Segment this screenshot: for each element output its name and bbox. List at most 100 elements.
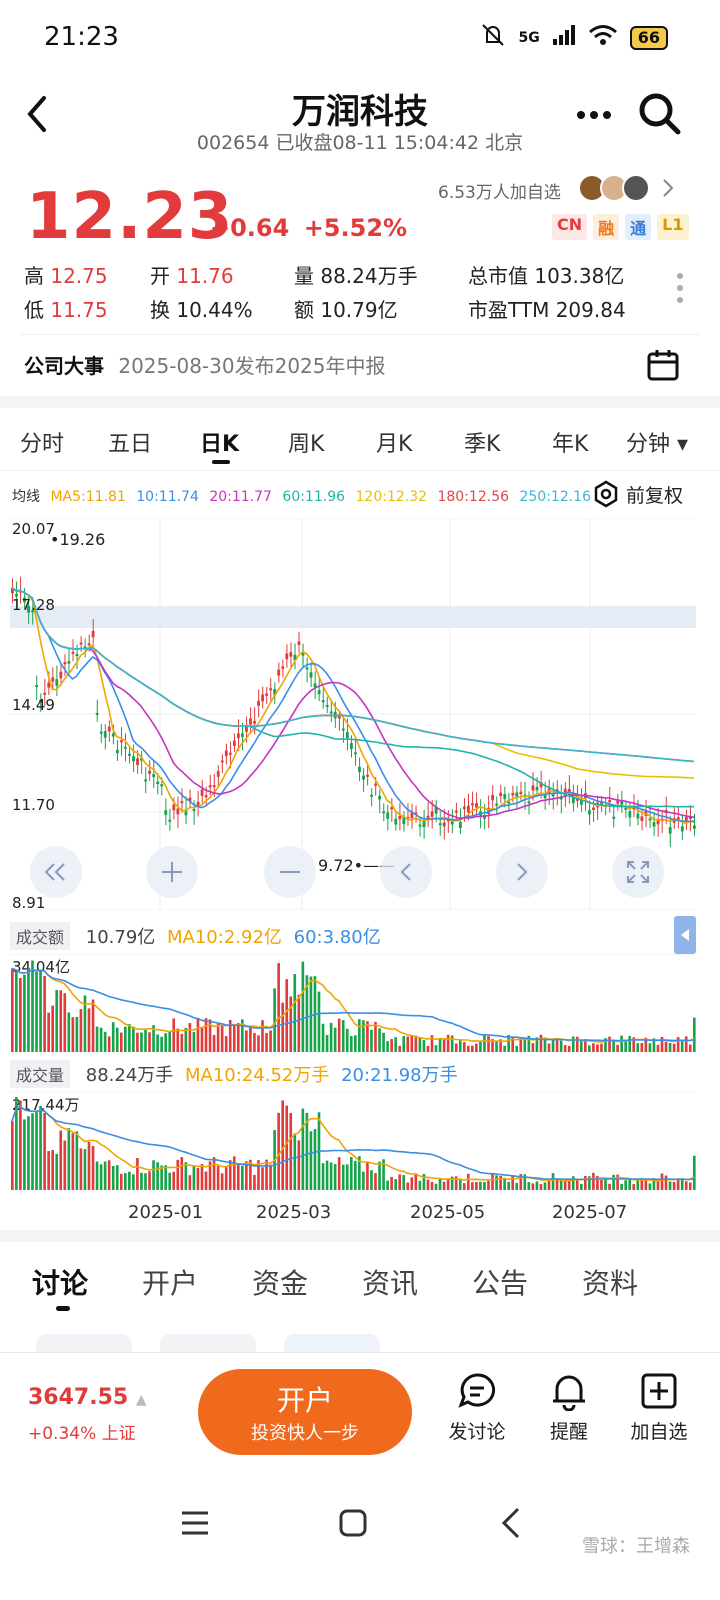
follower-avatars[interactable] [578,174,676,202]
badge-margin[interactable]: 融 [593,214,620,240]
add-watchlist-button[interactable]: 加自选 [614,1371,704,1444]
volume-bar [543,1182,547,1190]
badge-l1[interactable]: L1 [657,214,689,240]
volume-bar [515,1182,519,1190]
tab-monthly-k[interactable]: 月K [376,426,412,458]
volume-bar [471,1182,474,1190]
home-icon[interactable] [338,1508,368,1542]
tab-discussion[interactable]: 讨论 [32,1262,88,1302]
tab-intraday[interactable]: 分时 [20,426,64,458]
volume-bar [293,1133,297,1190]
filter-chip[interactable] [160,1334,256,1354]
volume-bar [35,971,38,1052]
tab-funds[interactable]: 资金 [252,1262,308,1302]
amount-chart[interactable] [10,953,696,1052]
amount-tag[interactable]: 成交额 [10,922,71,950]
ma120: 120:12.32 [355,489,428,505]
index-value[interactable]: 3647.55 ▲ [28,1385,147,1410]
stat-high: 高 12.75 [24,264,108,288]
candle [354,752,357,755]
volume-bar [144,1030,147,1052]
next-button[interactable] [496,846,548,898]
volume-chart[interactable] [10,1091,696,1190]
volume-bar [317,991,321,1052]
filter-chip[interactable] [284,1334,380,1354]
tab-announcements[interactable]: 公告 [472,1262,528,1302]
volume-bar [172,1018,176,1052]
volume-bar [672,1043,676,1052]
kline-chart[interactable] [10,517,696,911]
fullscreen-button[interactable] [612,846,664,898]
candle [43,692,47,695]
volume-bar [620,1035,623,1052]
stat-pe: 市盈TTM 209.84 [468,298,626,322]
volume-bar [660,1173,664,1190]
zoom-out-button[interactable] [264,846,316,898]
candle [265,693,269,696]
candle [289,652,293,657]
volume-bar [527,1182,531,1190]
volume-bar [370,1029,373,1052]
more-vertical-icon[interactable] [676,272,684,308]
candle [204,795,208,798]
candle [176,808,180,815]
volume-bar [600,1180,603,1190]
volume-tag[interactable]: 成交量 [10,1060,71,1088]
comment-icon [458,1373,496,1408]
company-event[interactable]: 公司大事 2025-08-30发布2025年中报 [24,350,386,379]
tab-profile[interactable]: 资料 [582,1262,638,1302]
filter-chip[interactable] [36,1334,132,1354]
volume-bar [309,1131,313,1190]
open-account-button[interactable]: 开户 投资快人一步 [198,1369,412,1455]
candle [466,805,470,813]
candle [241,733,244,737]
tab-quarterly-k[interactable]: 季K [464,426,500,458]
followers-count[interactable]: 6.53万人加自选 [438,178,561,203]
tab-minute[interactable]: 分钟 ▾ [626,426,688,458]
volume-bar [507,1181,510,1190]
badge-connect[interactable]: 通 [625,214,652,240]
candle [35,685,39,688]
tab-news[interactable]: 资讯 [362,1262,418,1302]
candle [99,731,103,734]
volume-bar [358,1019,361,1052]
search-icon[interactable] [636,90,682,140]
volume-bar [475,1181,478,1190]
calendar-icon[interactable] [646,348,680,386]
candle [640,816,644,821]
stat-mktcap: 总市值 103.38亿 [468,264,625,288]
volume-bar [87,1008,91,1052]
candle [123,746,127,749]
tab-yearly-k[interactable]: 年K [552,426,588,458]
chevron-right-icon [663,179,674,197]
candle [652,822,656,827]
recents-icon[interactable] [180,1510,210,1540]
volume-bar [269,1164,272,1190]
tab-open-account[interactable]: 开户 [142,1262,198,1302]
post-discussion-button[interactable]: 发讨论 [432,1371,522,1444]
watermark: 雪球：王增森 [582,1536,690,1557]
scroll-left-button[interactable] [30,846,82,898]
amount-ma60: 60:3.80亿 [293,927,381,948]
tab-5day[interactable]: 五日 [108,426,152,458]
triangle-up-icon: ▲ [135,1392,147,1408]
ma10: 10:11.74 [136,489,199,505]
zoom-in-button[interactable] [146,846,198,898]
tab-weekly-k[interactable]: 周K [288,426,324,458]
volume-bar [192,1165,196,1190]
panel-toggle-button[interactable] [674,916,696,954]
alert-button[interactable]: 提醒 [524,1371,614,1444]
volume-bar [418,1180,422,1190]
back-nav-icon[interactable] [500,1506,522,1544]
volume-bar [612,1174,615,1190]
candle [164,810,168,815]
more-dots-icon[interactable] [576,106,612,125]
adjust-toggle[interactable]: 前复权 [592,480,683,508]
volume-bar [196,1168,200,1190]
volume-bar [386,1041,389,1052]
candle [309,672,313,678]
tab-daily-k[interactable]: 日K [200,426,239,458]
badge-cn[interactable]: CN [552,214,588,240]
settings-icon [594,480,618,508]
prev-button[interactable] [380,846,432,898]
